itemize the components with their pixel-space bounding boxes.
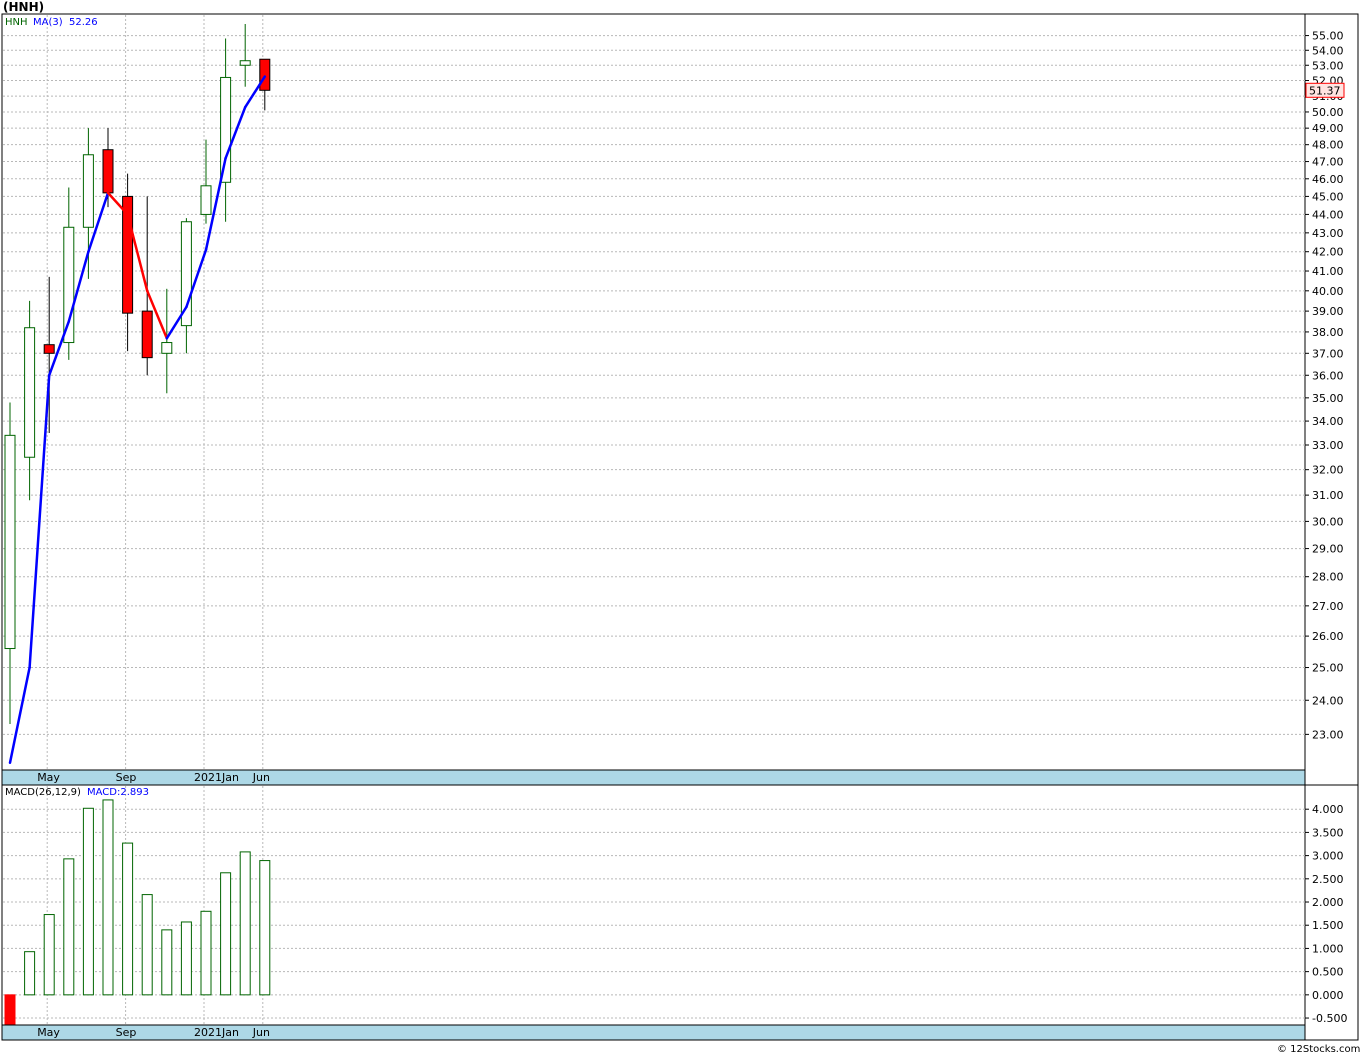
macd-bar [82,807,94,996]
price-tick-label: 30.00 [1312,515,1344,528]
price-tick-label: 31.00 [1312,489,1344,502]
price-tick-label: 49.00 [1312,122,1344,135]
price-tick-label: 35.00 [1312,392,1344,405]
price-tick-label: 50.00 [1312,106,1344,119]
macd-bar [200,910,212,996]
price-tick-label: 25.00 [1312,662,1344,675]
macd-tick-label: 1.500 [1312,919,1344,932]
candle-body [24,327,36,458]
candle-body [200,185,212,215]
macd-bar [220,872,232,996]
price-tick-label: 24.00 [1312,694,1344,707]
price-tick-label: 45.00 [1312,190,1344,203]
price-tick-label: 46.00 [1312,173,1344,186]
macd-tick-label: 0.500 [1312,966,1344,979]
macd-bar [4,994,16,1026]
price-tick-label: 54.00 [1312,44,1344,57]
price-tick-label: 37.00 [1312,347,1344,360]
price-x-tick-label: Sep [116,771,137,784]
macd-panel [1,784,1306,1041]
price-tick-label: 40.00 [1312,285,1344,298]
macd-bar [141,894,153,996]
price-tick-label: 39.00 [1312,305,1344,318]
price-tick-label: 53.00 [1312,59,1344,72]
legend-ma-value: 52.26 [69,17,98,28]
price-tick-label: 48.00 [1312,139,1344,152]
price-tick-label: 44.00 [1312,208,1344,221]
stock-chart: (HNH) 23.00 24.00 25.00 26.00 27.00 28.00 29.0… [0,0,1360,1056]
macd-bar [180,921,192,996]
macd-bar [239,851,251,996]
candle-body [82,154,94,228]
price-x-tick-label: 2021Jan [194,771,239,784]
candle-body [4,434,16,650]
macd-x-tick-label: Jun [252,1026,270,1039]
last-price-label: 51.37 [1309,84,1341,97]
legend-symbol: HNH [5,17,28,28]
price-tick-label: 33.00 [1312,439,1344,452]
price-tick-label: 47.00 [1312,156,1344,169]
macd-bar [24,951,36,996]
candle-body [220,76,232,183]
price-x-tick-label: May [37,771,60,784]
macd-tick-label: 3.000 [1312,850,1344,863]
price-tick-label: 26.00 [1312,630,1344,643]
macd-tick-label: 0.000 [1312,989,1344,1002]
macd-tick-label: -0.500 [1312,1012,1347,1025]
macd-bar [102,799,114,996]
price-x-tick-label: Jun [252,771,270,784]
credit-text: © 12Stocks.com [1277,1044,1360,1055]
price-tick-label: 38.00 [1312,326,1344,339]
price-tick-label: 29.00 [1312,543,1344,556]
candle-body [180,221,192,327]
macd-tick-label: 1.000 [1312,942,1344,955]
macd-legend-value: MACD:2.893 [87,787,149,798]
macd-tick-label: 2.000 [1312,896,1344,909]
price-tick-label: 43.00 [1312,227,1344,240]
candle-body [102,149,114,194]
price-tick-label: 28.00 [1312,571,1344,584]
candle-body [43,344,55,354]
price-tick-label: 23.00 [1312,728,1344,741]
macd-x-tick-label: Sep [116,1026,137,1039]
candle-body [63,226,75,344]
price-tick-label: 32.00 [1312,464,1344,477]
price-tick-label: 36.00 [1312,369,1344,382]
macd-legend-label: MACD(26,12,9) [5,787,81,798]
price-tick-label: 41.00 [1312,265,1344,278]
macd-x-tick-label: May [37,1026,60,1039]
macd-tick-label: 3.500 [1312,826,1344,839]
price-tick-label: 27.00 [1312,600,1344,613]
macd-bar [63,858,75,996]
candle-body [259,58,271,91]
macd-bar [259,860,271,996]
macd-bar [122,842,134,996]
price-panel [1,13,1306,786]
chart-title: (HNH) [3,0,44,14]
macd-tick-label: 4.000 [1312,803,1344,816]
candle-body [239,60,251,66]
price-tick-label: 42.00 [1312,246,1344,259]
legend-ma-label: MA(3) [33,17,63,28]
macd-bar [43,914,55,996]
candle-body [161,342,173,354]
price-tick-label: 55.00 [1312,30,1344,43]
macd-bar [161,929,173,996]
price-tick-label: 34.00 [1312,415,1344,428]
macd-tick-label: 2.500 [1312,873,1344,886]
candle-body [141,310,153,359]
macd-x-tick-label: 2021Jan [194,1026,239,1039]
